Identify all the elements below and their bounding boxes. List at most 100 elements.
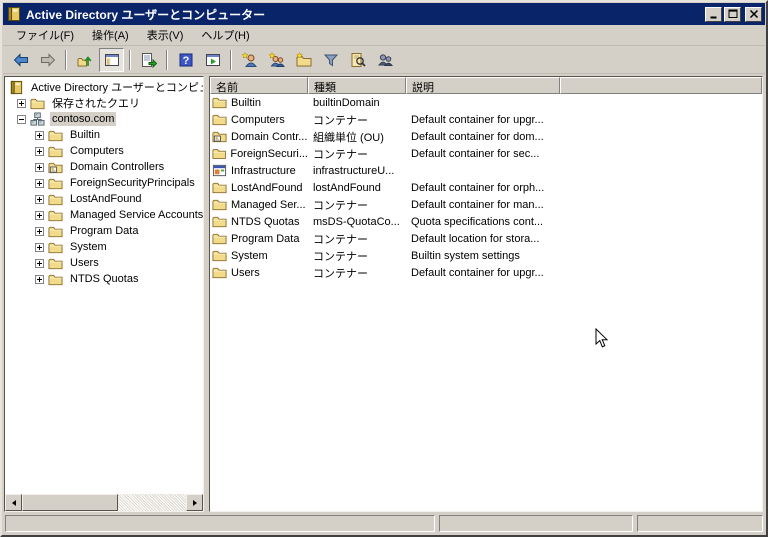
list-item-users[interactable]: Users コンテナー Default container for upgr..…	[210, 264, 762, 281]
ou-folder-icon	[48, 160, 63, 175]
tree-item-program-data[interactable]: Program Data	[5, 223, 203, 239]
set-filter-button[interactable]	[318, 48, 343, 72]
maximize-button[interactable]	[724, 6, 741, 22]
tree-item-lost-and-found[interactable]: LostAndFound	[5, 191, 203, 207]
column-header-description[interactable]: 説明	[406, 77, 560, 94]
column-header-type[interactable]: 種類	[308, 77, 406, 94]
folder-icon	[48, 208, 63, 223]
window-title: Active Directory ユーザーとコンピューター	[26, 7, 266, 22]
find-icon	[350, 52, 366, 68]
up-one-level-button[interactable]	[72, 48, 97, 72]
new-organizational-unit-button[interactable]	[291, 48, 316, 72]
status-panel	[5, 515, 435, 532]
new-group-button[interactable]	[264, 48, 289, 72]
menu-action[interactable]: 操作(A)	[83, 25, 138, 45]
folder-icon	[212, 95, 227, 110]
toolbar-separator	[65, 50, 67, 70]
list-item-managed-service-accounts[interactable]: Managed Ser... コンテナー Default container f…	[210, 196, 762, 213]
toolbar	[3, 47, 765, 74]
expand-plus-icon[interactable]	[35, 275, 44, 284]
content-area: Active Directory ユーザーとコンピューター 保存されたクエリ c…	[3, 74, 765, 512]
expand-plus-icon[interactable]	[35, 195, 44, 204]
show-hide-console-tree-button[interactable]	[99, 48, 124, 72]
folder-icon	[212, 231, 227, 246]
forward-button[interactable]	[35, 48, 60, 72]
folder-icon	[48, 192, 63, 207]
collapse-minus-icon[interactable]	[17, 115, 26, 124]
title-bar[interactable]: Active Directory ユーザーとコンピューター	[3, 3, 765, 25]
domain-icon	[30, 112, 45, 127]
list-header: 名前 種類 説明	[210, 77, 762, 94]
tree-item-users[interactable]: Users	[5, 255, 203, 271]
help-button[interactable]	[173, 48, 198, 72]
tree-horizontal-scrollbar[interactable]	[5, 494, 203, 511]
status-panel	[439, 515, 633, 532]
list-item-foreign-security-principals[interactable]: ForeignSecuri... コンテナー Default container…	[210, 145, 762, 162]
tree-item-builtin[interactable]: Builtin	[5, 127, 203, 143]
console-tree-icon	[104, 52, 120, 68]
expand-plus-icon[interactable]	[17, 99, 26, 108]
show-action-pane-button[interactable]	[200, 48, 225, 72]
app-icon	[6, 6, 22, 22]
tree-item-computers[interactable]: Computers	[5, 143, 203, 159]
list-item-lost-and-found[interactable]: LostAndFound lostAndFound Default contai…	[210, 179, 762, 196]
help-icon	[178, 52, 194, 68]
find-objects-button[interactable]	[345, 48, 370, 72]
up-one-level-icon	[77, 52, 93, 68]
tree-item-domain-controllers[interactable]: Domain Controllers	[5, 159, 203, 175]
expand-plus-icon[interactable]	[35, 259, 44, 268]
expand-plus-icon[interactable]	[35, 131, 44, 140]
console-tree-pane: Active Directory ユーザーとコンピューター 保存されたクエリ c…	[4, 76, 204, 512]
folder-icon	[212, 146, 226, 161]
menu-view[interactable]: 表示(V)	[138, 25, 193, 45]
status-panel	[637, 515, 763, 532]
expand-plus-icon[interactable]	[35, 211, 44, 220]
scrollbar-thumb[interactable]	[22, 494, 118, 511]
back-button[interactable]	[8, 48, 33, 72]
back-icon	[13, 52, 29, 68]
folder-icon	[212, 214, 227, 229]
list-item-program-data[interactable]: Program Data コンテナー Default location for …	[210, 230, 762, 247]
tree-item-ntds-quotas[interactable]: NTDS Quotas	[5, 271, 203, 287]
list-item-ntds-quotas[interactable]: NTDS Quotas msDS-QuotaCo... Quota specif…	[210, 213, 762, 230]
scroll-left-button[interactable]	[5, 494, 22, 511]
new-user-button[interactable]	[237, 48, 262, 72]
list-item-computers[interactable]: Computers コンテナー Default container for up…	[210, 111, 762, 128]
column-header-name[interactable]: 名前	[210, 77, 308, 94]
close-button[interactable]	[745, 6, 762, 22]
menu-file[interactable]: ファイル(F)	[7, 25, 83, 45]
folder-icon	[48, 176, 63, 191]
column-header-blank	[560, 77, 762, 94]
mouse-cursor	[595, 328, 609, 349]
expand-plus-icon[interactable]	[35, 227, 44, 236]
tree-item-managed-service-accounts[interactable]: Managed Service Accounts	[5, 207, 203, 223]
menu-bar: ファイル(F) 操作(A) 表示(V) ヘルプ(H)	[3, 25, 765, 46]
add-to-group-button[interactable]	[372, 48, 397, 72]
list-item-domain-controllers[interactable]: Domain Contr... 組織単位 (OU) Default contai…	[210, 128, 762, 145]
list-item-system[interactable]: System コンテナー Builtin system settings	[210, 247, 762, 264]
tree-item-system[interactable]: System	[5, 239, 203, 255]
filter-icon	[323, 52, 339, 68]
left-arrow-icon	[9, 499, 16, 506]
new-ou-icon	[296, 52, 312, 68]
tree-item-domain[interactable]: contoso.com	[5, 111, 203, 127]
expand-plus-icon[interactable]	[35, 243, 44, 252]
scrollbar-track[interactable]	[118, 494, 186, 511]
tree-item-saved-queries[interactable]: 保存されたクエリ	[5, 95, 203, 111]
expand-plus-icon[interactable]	[35, 163, 44, 172]
export-list-icon	[141, 52, 157, 68]
folder-icon	[212, 248, 227, 263]
list-item-infrastructure[interactable]: Infrastructure infrastructureU...	[210, 162, 762, 179]
scroll-right-button[interactable]	[186, 494, 203, 511]
folder-icon	[212, 197, 227, 212]
maximize-icon	[727, 8, 739, 20]
export-list-button[interactable]	[136, 48, 161, 72]
minimize-button[interactable]	[705, 6, 722, 22]
menu-help[interactable]: ヘルプ(H)	[192, 25, 258, 45]
expand-plus-icon[interactable]	[35, 147, 44, 156]
expand-plus-icon[interactable]	[35, 179, 44, 188]
list-item-builtin[interactable]: Builtin builtinDomain	[210, 94, 762, 111]
tree-item-foreign-security-principals[interactable]: ForeignSecurityPrincipals	[5, 175, 203, 191]
tree-item-root[interactable]: Active Directory ユーザーとコンピューター	[5, 79, 203, 95]
status-bar	[3, 513, 765, 534]
